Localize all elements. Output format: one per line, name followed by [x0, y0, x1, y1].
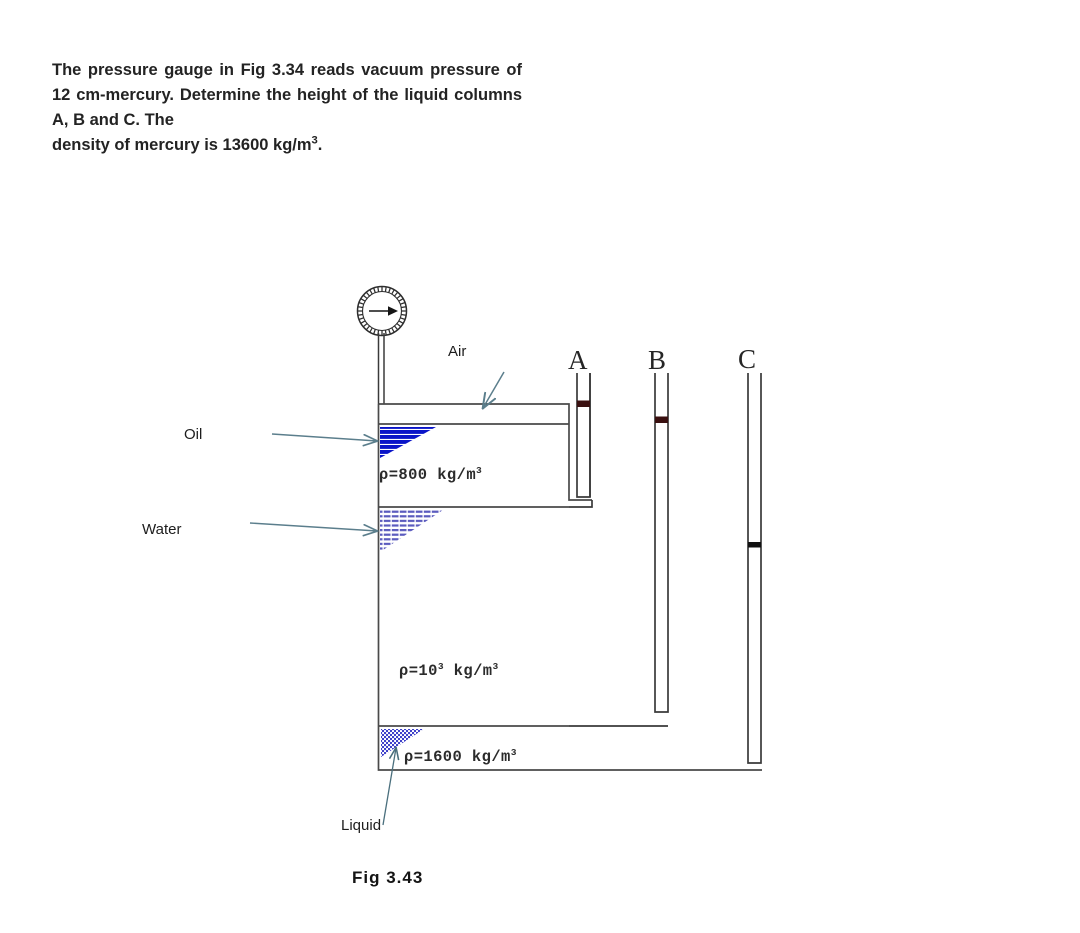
- problem-period: .: [317, 136, 323, 155]
- problem-line-4-wrap: density of mercury is 13600 kg/m3.: [52, 133, 522, 158]
- figure-caption: Fig 3.43: [352, 868, 424, 887]
- tube-a-level-marker: [577, 400, 590, 407]
- manometer-tube-b: [569, 373, 669, 727]
- tank-outline: [377, 403, 762, 771]
- air-label: Air: [448, 343, 467, 360]
- oil-leader-arrow: [271, 433, 377, 441]
- gauge-needle-icon: [369, 306, 398, 316]
- manometer-tube-c: [747, 373, 762, 764]
- problem-statement: The pressure gauge in Fig 3.34 reads vac…: [52, 58, 522, 158]
- liquid-leader-arrow: [382, 748, 396, 826]
- tube-c-level-marker: [748, 542, 761, 548]
- pressure-gauge-icon: [356, 285, 408, 404]
- air-leader-arrow: [483, 371, 505, 408]
- water-leader-arrow: [249, 522, 377, 531]
- manometer-tube-a: [569, 373, 593, 508]
- liquid-label: Liquid: [341, 817, 382, 834]
- column-c-label: C: [738, 344, 757, 374]
- column-b-label: B: [648, 345, 667, 375]
- water-label: Water: [142, 521, 182, 538]
- column-a-label: A: [568, 345, 588, 375]
- problem-line-4: density of mercury is 13600 kg/m: [52, 136, 312, 155]
- liquid-density-label: ρ=1600 kg/m3: [404, 746, 517, 766]
- water-fill-symbol: [380, 510, 443, 552]
- oil-label: Oil: [184, 426, 203, 443]
- liquid-fill-symbol: [381, 729, 424, 757]
- oil-density-label: ρ=800 kg/m3: [379, 464, 483, 484]
- problem-line-1: The pressure gauge in Fig 3.34 reads: [52, 61, 355, 79]
- water-density-label: ρ=103 kg/m3: [399, 660, 499, 680]
- tube-b-level-marker: [655, 416, 668, 423]
- problem-text: The pressure gauge in Fig 3.34 reads vac…: [52, 58, 522, 158]
- oil-fill-symbol: [380, 427, 436, 458]
